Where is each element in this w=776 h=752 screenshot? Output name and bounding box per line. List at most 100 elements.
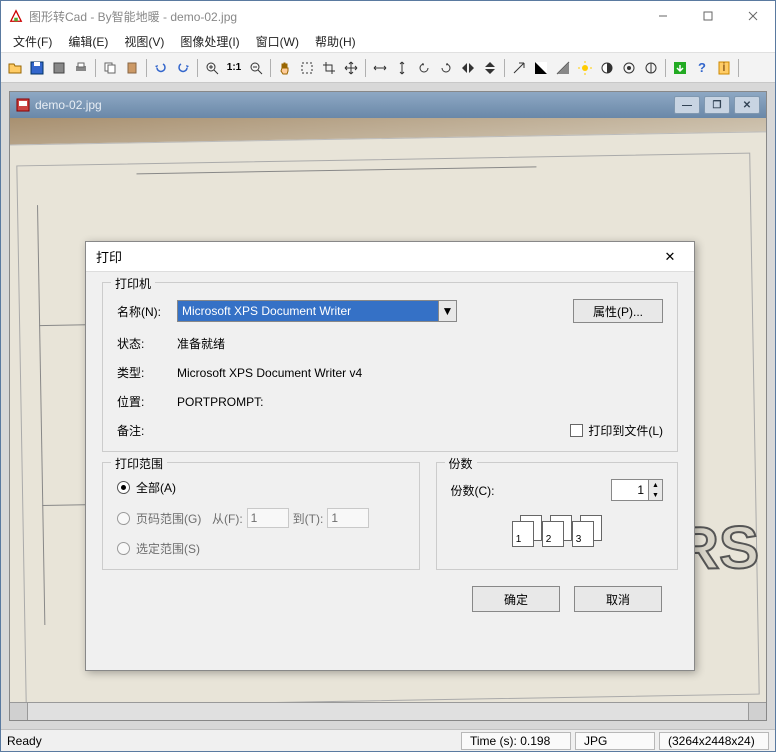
child-window-titlebar: demo-02.jpg — ❐ ✕ bbox=[10, 92, 766, 118]
where-value: PORTPROMPT: bbox=[177, 395, 663, 409]
status-format: JPG bbox=[575, 732, 655, 750]
properties-button[interactable]: 属性(P)... bbox=[573, 299, 663, 323]
invert-icon[interactable] bbox=[531, 58, 551, 78]
range-pages-radio[interactable] bbox=[117, 512, 130, 525]
printer-name-input[interactable] bbox=[177, 300, 439, 322]
rotate-left-icon[interactable] bbox=[414, 58, 434, 78]
cancel-button[interactable]: 取消 bbox=[574, 586, 662, 612]
copies-spinner[interactable]: ▲▼ bbox=[611, 479, 663, 501]
move-icon[interactable] bbox=[341, 58, 361, 78]
child-scrollbar bbox=[10, 702, 766, 720]
status-bar: Ready Time (s): 0.198 JPG (3264x2448x24) bbox=[1, 729, 775, 751]
window-titlebar: 图形转Cad - By智能地暖 - demo-02.jpg bbox=[1, 1, 775, 31]
copies-group: 份数 份数(C): ▲▼ 11 22 33 bbox=[436, 462, 679, 570]
rotate-right-icon[interactable] bbox=[436, 58, 456, 78]
spin-down-button[interactable]: ▼ bbox=[649, 490, 662, 500]
range-from-input[interactable] bbox=[247, 508, 289, 528]
comment-label: 备注: bbox=[117, 422, 177, 439]
resize-v-icon[interactable] bbox=[392, 58, 412, 78]
zoom-actual-icon[interactable]: 1:1 bbox=[224, 58, 244, 78]
scroll-right-button[interactable] bbox=[748, 703, 766, 720]
window-title: 图形转Cad - By智能地暖 - demo-02.jpg bbox=[29, 8, 640, 25]
help-icon[interactable]: ? bbox=[692, 58, 712, 78]
print-range-group: 打印范围 全部(A) 页码范围(G) 从(F): 到(T): bbox=[102, 462, 420, 570]
contrast-icon[interactable] bbox=[597, 58, 617, 78]
flip-h-icon[interactable] bbox=[458, 58, 478, 78]
print-dialog-title: 打印 bbox=[96, 247, 656, 266]
spin-up-button[interactable]: ▲ bbox=[649, 480, 662, 490]
open-icon[interactable] bbox=[5, 58, 25, 78]
scroll-left-button[interactable] bbox=[10, 703, 28, 720]
brightness-icon[interactable] bbox=[575, 58, 595, 78]
menu-view[interactable]: 视图(V) bbox=[116, 31, 172, 52]
copies-label: 份数(C): bbox=[451, 482, 612, 499]
print-dialog-titlebar: 打印 ✕ bbox=[86, 242, 694, 272]
gamma-icon[interactable] bbox=[619, 58, 639, 78]
arrow-icon[interactable] bbox=[509, 58, 529, 78]
menu-edit[interactable]: 编辑(E) bbox=[60, 31, 116, 52]
menu-bar: 文件(F) 编辑(E) 视图(V) 图像处理(I) 窗口(W) 帮助(H) bbox=[1, 31, 775, 53]
zoom-out-icon[interactable] bbox=[246, 58, 266, 78]
menu-window[interactable]: 窗口(W) bbox=[248, 31, 307, 52]
status-time: Time (s): 0.198 bbox=[461, 732, 571, 750]
ok-button[interactable]: 确定 bbox=[472, 586, 560, 612]
hue-icon[interactable] bbox=[641, 58, 661, 78]
status-dimensions: (3264x2448x24) bbox=[659, 732, 769, 750]
disk-icon[interactable] bbox=[49, 58, 69, 78]
status-value: 准备就绪 bbox=[177, 335, 663, 352]
child-minimize-button[interactable]: — bbox=[674, 96, 700, 114]
collate-illustration: 11 22 33 bbox=[451, 515, 664, 547]
flip-v-icon[interactable] bbox=[480, 58, 500, 78]
range-all-label: 全部(A) bbox=[136, 479, 176, 496]
copies-input[interactable] bbox=[611, 479, 649, 501]
print-range-label: 打印范围 bbox=[111, 455, 167, 472]
save-icon[interactable] bbox=[27, 58, 47, 78]
mdi-client-area: demo-02.jpg — ❐ ✕ RS bbox=[1, 83, 775, 729]
window-maximize-button[interactable] bbox=[685, 2, 730, 30]
menu-help[interactable]: 帮助(H) bbox=[307, 31, 364, 52]
range-all-radio[interactable] bbox=[117, 481, 130, 494]
menu-file[interactable]: 文件(F) bbox=[5, 31, 60, 52]
range-from-label: 从(F): bbox=[212, 510, 243, 527]
range-to-input[interactable] bbox=[327, 508, 369, 528]
child-maximize-button[interactable]: ❐ bbox=[704, 96, 730, 114]
grayscale-icon[interactable] bbox=[553, 58, 573, 78]
hand-icon[interactable] bbox=[275, 58, 295, 78]
status-ready: Ready bbox=[7, 734, 457, 748]
printer-name-combo[interactable]: ▼ bbox=[177, 300, 457, 322]
print-to-file-label: 打印到文件(L) bbox=[588, 422, 663, 439]
status-label: 状态: bbox=[117, 335, 177, 352]
range-to-label: 到(T): bbox=[293, 510, 324, 527]
printer-group: 打印机 名称(N): ▼ 属性(P)... 状态:准备就绪 类型:Microso… bbox=[102, 282, 678, 452]
crop-icon[interactable] bbox=[319, 58, 339, 78]
undo-icon[interactable] bbox=[151, 58, 171, 78]
print-dialog-close-button[interactable]: ✕ bbox=[656, 245, 684, 269]
run-icon[interactable] bbox=[670, 58, 690, 78]
combo-dropdown-button[interactable]: ▼ bbox=[439, 300, 457, 322]
resize-h-icon[interactable] bbox=[370, 58, 390, 78]
svg-text:i: i bbox=[723, 60, 726, 74]
type-label: 类型: bbox=[117, 364, 177, 381]
print-to-file-checkbox[interactable] bbox=[570, 424, 583, 437]
redo-icon[interactable] bbox=[173, 58, 193, 78]
print-dialog: 打印 ✕ 打印机 名称(N): ▼ 属性(P)... bbox=[85, 241, 695, 671]
window-close-button[interactable] bbox=[730, 2, 775, 30]
child-window-title: demo-02.jpg bbox=[35, 98, 674, 112]
child-close-button[interactable]: ✕ bbox=[734, 96, 760, 114]
print-icon[interactable] bbox=[71, 58, 91, 78]
range-pages-label: 页码范围(G) bbox=[136, 510, 212, 527]
toolbar: 1:1 ? i bbox=[1, 53, 775, 83]
zoom-in-icon[interactable] bbox=[202, 58, 222, 78]
select-icon[interactable] bbox=[297, 58, 317, 78]
copy-icon[interactable] bbox=[100, 58, 120, 78]
image-file-icon bbox=[16, 98, 30, 112]
copies-group-label: 份数 bbox=[445, 455, 477, 472]
menu-image[interactable]: 图像处理(I) bbox=[172, 31, 247, 52]
main-window: 图形转Cad - By智能地暖 - demo-02.jpg 文件(F) 编辑(E… bbox=[0, 0, 776, 752]
scroll-track[interactable] bbox=[28, 703, 748, 720]
paste-icon[interactable] bbox=[122, 58, 142, 78]
printer-name-label: 名称(N): bbox=[117, 303, 177, 320]
info-icon[interactable]: i bbox=[714, 58, 734, 78]
range-selection-radio[interactable] bbox=[117, 542, 130, 555]
window-minimize-button[interactable] bbox=[640, 2, 685, 30]
